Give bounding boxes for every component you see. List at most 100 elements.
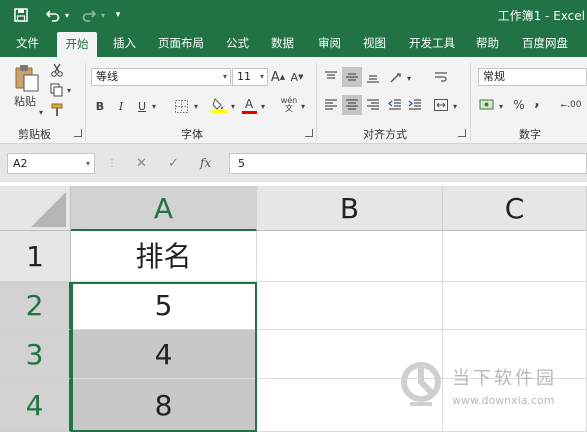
cell-a1[interactable]: 排名: [71, 231, 257, 282]
redo-icon[interactable]: [80, 0, 98, 30]
italic-button[interactable]: I: [114, 97, 128, 115]
increase-indent-icon[interactable]: [406, 95, 424, 115]
copy-icon[interactable]: [48, 81, 66, 99]
paste-dropdown-icon[interactable]: ▾: [36, 107, 46, 117]
clipboard-group-label: 剪贴板: [18, 128, 51, 141]
insert-function-button[interactable]: fx: [200, 153, 211, 174]
enter-icon[interactable]: ✓: [168, 153, 179, 174]
name-box[interactable]: A2 ▾: [7, 153, 95, 174]
merge-center-icon[interactable]: [432, 95, 450, 115]
phonetic-guide-button[interactable]: wén 文: [278, 96, 300, 114]
percent-style-button[interactable]: %: [512, 96, 526, 114]
column-header-c[interactable]: C: [443, 186, 587, 231]
row-header-2[interactable]: 2: [0, 282, 71, 330]
font-launcher-icon[interactable]: [305, 129, 313, 137]
tab-view[interactable]: 视图: [363, 30, 386, 57]
font-color-button[interactable]: A: [240, 95, 258, 115]
format-painter-icon[interactable]: [48, 101, 66, 119]
merge-dropdown-icon[interactable]: ▾: [451, 100, 459, 112]
tab-page-layout[interactable]: 页面布局: [158, 30, 204, 57]
name-box-dropdown-icon[interactable]: ▾: [86, 154, 90, 173]
cell-b1[interactable]: [257, 231, 443, 282]
tab-home[interactable]: 开始: [57, 32, 97, 57]
increase-font-size-button[interactable]: A ▲: [271, 68, 285, 86]
column-header-b[interactable]: B: [257, 186, 443, 231]
group-separator: [470, 63, 471, 141]
alignment-launcher-icon[interactable]: [458, 129, 466, 137]
accounting-dropdown-icon[interactable]: ▾: [497, 100, 505, 112]
underline-button[interactable]: U: [135, 97, 149, 115]
column-header-a[interactable]: A: [71, 186, 257, 231]
formula-bar: A2 ▾ ⋮ ✕ ✓ fx 5: [0, 144, 587, 182]
font-name-select[interactable]: 等线 ▾: [91, 68, 231, 86]
clipboard-launcher-icon[interactable]: [74, 129, 82, 137]
undo-dropdown-icon[interactable]: ▾: [62, 0, 72, 30]
align-center-icon[interactable]: [342, 95, 362, 115]
ribbon-tabs: 文件 开始 插入 页面布局 公式 数据 审阅 视图 开发工具 帮助 百度网盘: [0, 30, 587, 57]
fill-color-icon[interactable]: [210, 95, 228, 115]
customize-icon[interactable]: ▾: [112, 0, 124, 30]
orientation-dropdown-icon[interactable]: ▾: [405, 72, 413, 84]
font-name-dropdown-icon: ▾: [222, 72, 227, 81]
middle-align-icon[interactable]: [342, 67, 362, 87]
tab-file[interactable]: 文件: [16, 30, 39, 57]
formula-bar-options-icon[interactable]: ⋮: [107, 153, 117, 174]
font-color-letter: A: [244, 96, 254, 111]
cancel-icon[interactable]: ✕: [136, 153, 147, 174]
tab-formulas[interactable]: 公式: [226, 30, 249, 57]
group-separator: [316, 63, 317, 141]
tab-help[interactable]: 帮助: [476, 30, 499, 57]
number-format-select[interactable]: 常规: [478, 68, 587, 86]
phonetic-char: 文: [285, 104, 293, 113]
watermark-name: 当下软件园: [452, 368, 557, 389]
formula-input[interactable]: 5: [229, 153, 587, 174]
font-size-select[interactable]: 11 ▾: [232, 68, 268, 86]
window-title: 工作簿1 - Excel: [497, 9, 585, 23]
bottom-align-icon[interactable]: [364, 67, 382, 87]
underline-dropdown-icon[interactable]: ▾: [150, 100, 158, 112]
group-separator: [85, 63, 86, 141]
cut-icon[interactable]: [48, 61, 66, 79]
orientation-icon[interactable]: [386, 67, 406, 87]
cell-a3[interactable]: 4: [71, 330, 257, 379]
fill-color-dropdown-icon[interactable]: ▾: [229, 100, 237, 112]
redo-dropdown-icon[interactable]: ▾: [98, 0, 108, 30]
borders-icon[interactable]: [172, 97, 190, 115]
decrease-font-size-letter: A: [290, 70, 299, 84]
tab-developer[interactable]: 开发工具: [409, 30, 455, 57]
select-all-corner[interactable]: [0, 186, 71, 231]
cell-a2[interactable]: 5: [71, 282, 257, 330]
decrease-font-size-button[interactable]: A ▼: [290, 68, 304, 86]
increase-decimal-button[interactable]: ← .00: [557, 96, 585, 114]
comma-style-button[interactable]: ,: [532, 93, 542, 111]
paste-icon[interactable]: [13, 63, 41, 93]
save-icon[interactable]: [12, 0, 30, 30]
font-color-dropdown-icon[interactable]: ▾: [259, 100, 267, 112]
cell-c2[interactable]: [443, 282, 587, 330]
decrease-indent-icon[interactable]: [386, 95, 404, 115]
top-align-icon[interactable]: [322, 67, 340, 87]
tab-data[interactable]: 数据: [271, 30, 294, 57]
phonetic-dropdown-icon[interactable]: ▾: [299, 100, 307, 112]
font-color-bar: [241, 110, 257, 114]
tab-insert[interactable]: 插入: [113, 30, 136, 57]
wrap-text-icon[interactable]: [432, 67, 450, 87]
row-header-3[interactable]: 3: [0, 330, 71, 379]
tab-baidu-netdisk[interactable]: 百度网盘: [522, 30, 568, 57]
title-bar: ▾ ▾ ▾ 工作簿1 - Excel: [0, 0, 587, 30]
row-header-1[interactable]: 1: [0, 231, 71, 282]
accounting-format-icon[interactable]: [478, 96, 496, 114]
align-left-icon[interactable]: [322, 95, 340, 115]
bold-button[interactable]: B: [93, 97, 107, 115]
cell-c1[interactable]: [443, 231, 587, 282]
align-right-icon[interactable]: [364, 95, 382, 115]
tab-review[interactable]: 审阅: [318, 30, 341, 57]
borders-dropdown-icon[interactable]: ▾: [192, 100, 200, 112]
cell-b2[interactable]: [257, 282, 443, 330]
row-header-4[interactable]: 4: [0, 379, 71, 432]
cell-a4[interactable]: 8: [71, 379, 257, 432]
copy-dropdown-icon[interactable]: ▾: [65, 85, 73, 95]
watermark: 当下软件园 www.downxia.com: [400, 358, 587, 414]
font-size-dropdown-icon: ▾: [259, 72, 264, 81]
undo-icon[interactable]: [44, 0, 62, 30]
